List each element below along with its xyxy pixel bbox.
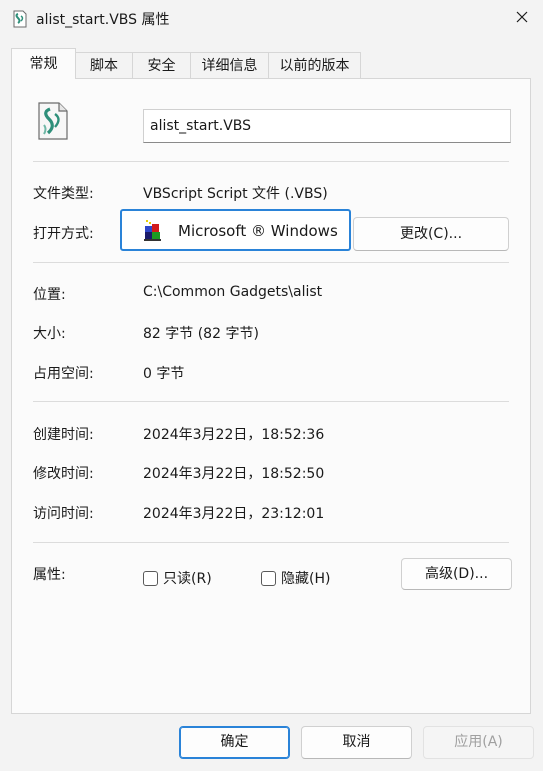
ok-button[interactable]: 确定	[179, 726, 290, 759]
tab-security[interactable]: 安全	[132, 52, 191, 78]
file-type-label: 文件类型:	[33, 186, 94, 202]
readonly-checkbox[interactable]: 只读(R)	[143, 568, 212, 588]
hidden-checkbox[interactable]: 隐藏(H)	[261, 568, 330, 588]
general-panel: 文件类型: VBScript Script 文件 (.VBS) 打开方式: Mi…	[11, 78, 531, 714]
tab-previous-versions[interactable]: 以前的版本	[268, 52, 361, 78]
divider	[33, 401, 509, 402]
created-label: 创建时间:	[33, 427, 94, 443]
window-title: alist_start.VBS 属性	[36, 12, 170, 28]
readonly-label: 只读(R)	[163, 571, 212, 587]
readonly-checkbox-box[interactable]	[143, 570, 158, 586]
size-value: 82 字节 (82 字节)	[143, 326, 259, 342]
change-button[interactable]: 更改(C)...	[353, 217, 509, 251]
close-button[interactable]	[507, 6, 537, 32]
location-label: 位置:	[33, 287, 66, 303]
close-icon	[516, 11, 528, 27]
size-label: 大小:	[33, 326, 66, 342]
cancel-button[interactable]: 取消	[301, 726, 412, 759]
vbs-file-icon	[36, 101, 70, 141]
file-name-input[interactable]	[143, 109, 511, 143]
open-with-app[interactable]: Microsoft ® Windows	[120, 209, 351, 251]
vbs-script-icon	[12, 10, 28, 28]
divider	[33, 262, 509, 263]
created-value: 2024年3月22日，18:52:36	[143, 427, 325, 443]
divider	[33, 542, 509, 543]
windows-app-icon	[144, 220, 164, 242]
size-on-disk-value: 0 字节	[143, 366, 185, 382]
accessed-label: 访问时间:	[33, 506, 94, 522]
title-bar: alist_start.VBS 属性	[0, 0, 543, 38]
tab-general[interactable]: 常规	[11, 48, 76, 79]
open-with-app-name: Microsoft ® Windows	[178, 222, 338, 240]
tab-details[interactable]: 详细信息	[190, 52, 269, 78]
size-on-disk-label: 占用空间:	[33, 366, 94, 382]
hidden-checkbox-box[interactable]	[261, 570, 276, 586]
location-value: C:\Common Gadgets\alist	[143, 284, 323, 300]
modified-label: 修改时间:	[33, 466, 94, 482]
attributes-label: 属性:	[33, 567, 66, 583]
apply-button[interactable]: 应用(A)	[423, 726, 534, 759]
tab-script[interactable]: 脚本	[75, 52, 133, 78]
divider	[33, 161, 509, 162]
open-with-label: 打开方式:	[33, 226, 94, 242]
hidden-label: 隐藏(H)	[281, 571, 331, 587]
file-type-value: VBScript Script 文件 (.VBS)	[143, 186, 328, 202]
accessed-value: 2024年3月22日，23:12:01	[143, 506, 325, 522]
modified-value: 2024年3月22日，18:52:50	[143, 466, 325, 482]
advanced-button[interactable]: 高级(D)...	[401, 558, 512, 590]
